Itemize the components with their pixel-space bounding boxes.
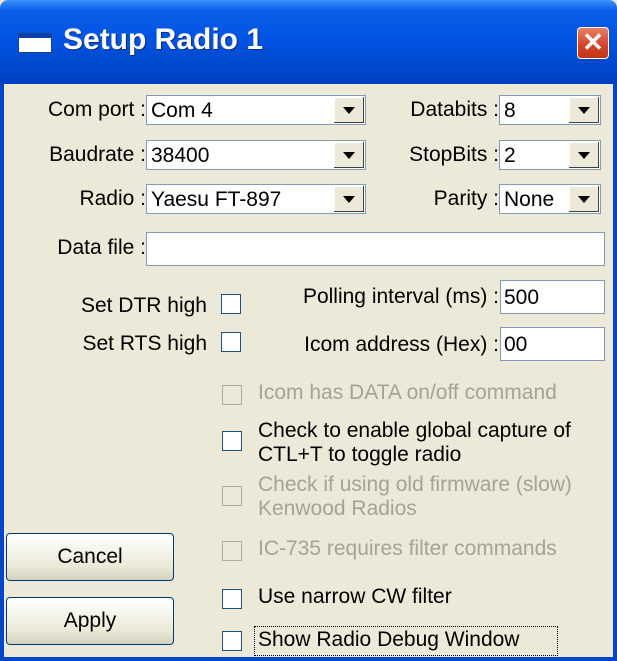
parity-label: Parity : [433,187,499,210]
polling-interval-label: Polling interval (ms) : [302,285,499,308]
ic735-label: IC-735 requires filter commands [258,537,557,560]
narrow-cw-label: Use narrow CW filter [258,585,452,608]
databits-label: Databits : [410,98,499,121]
polling-interval-input[interactable]: 500 [500,280,605,314]
icom-address-input[interactable]: 00 [500,327,605,361]
baudrate-select[interactable]: 38400 [146,140,366,170]
ic735-checkbox[interactable] [222,541,242,561]
debug-window-checkbox[interactable] [222,631,242,651]
parity-value: None [504,188,555,211]
icom-data-checkbox[interactable] [222,385,242,405]
stopbits-label: StopBits : [409,143,499,166]
data-file-label: Data file : [57,236,146,259]
chevron-down-icon[interactable] [568,186,599,212]
chevron-down-icon[interactable] [333,186,364,212]
apply-button[interactable]: Apply [6,597,174,645]
radio-label: Radio : [79,187,146,210]
com-port-select[interactable]: Com 4 [146,95,366,125]
set-rts-checkbox[interactable] [221,332,241,352]
com-port-label: Com port : [47,98,146,121]
window-title: Setup Radio 1 [63,23,264,56]
data-file-input[interactable] [146,232,605,266]
polling-interval-value: 500 [504,286,540,309]
databits-value: 8 [504,99,516,122]
window-frame-left [0,84,4,661]
chevron-down-icon[interactable] [568,142,599,168]
chevron-down-icon[interactable] [568,97,599,123]
window-frame-right [613,84,617,661]
icom-address-label: Icom address (Hex) : [304,333,499,356]
set-dtr-checkbox[interactable] [221,294,241,314]
close-icon[interactable]: ✕ [577,27,609,59]
window-frame-bottom [0,657,617,661]
window-icon [18,33,52,53]
global-capture-label: Check to enable global capture of CTL+T … [258,419,571,466]
radio-value: Yaesu FT-897 [151,188,282,211]
stopbits-select[interactable]: 2 [499,140,601,170]
old-firmware-label: Check if using old firmware (slow) Kenwo… [258,473,572,520]
old-firmware-checkbox[interactable] [222,486,242,506]
databits-select[interactable]: 8 [499,95,601,125]
title-bar[interactable]: Setup Radio 1 ✕ [0,0,617,84]
com-port-value: Com 4 [151,99,213,122]
chevron-down-icon[interactable] [333,97,364,123]
stopbits-value: 2 [504,144,516,167]
narrow-cw-checkbox[interactable] [222,589,242,609]
icom-address-value: 00 [504,333,528,356]
baudrate-label: Baudrate : [49,143,146,166]
setup-radio-dialog: Setup Radio 1 ✕ Com port : Com 4 Baudrat… [0,0,617,661]
cancel-button[interactable]: Cancel [6,533,174,581]
baudrate-value: 38400 [151,144,210,167]
set-dtr-label: Set DTR high [80,294,207,317]
icom-data-label: Icom has DATA on/off command [258,381,557,404]
parity-select[interactable]: None [499,184,601,214]
chevron-down-icon[interactable] [333,142,364,168]
radio-select[interactable]: Yaesu FT-897 [146,184,366,214]
debug-window-label: Show Radio Debug Window [258,628,520,651]
set-rts-label: Set RTS high [82,332,207,355]
global-capture-checkbox[interactable] [222,431,242,451]
